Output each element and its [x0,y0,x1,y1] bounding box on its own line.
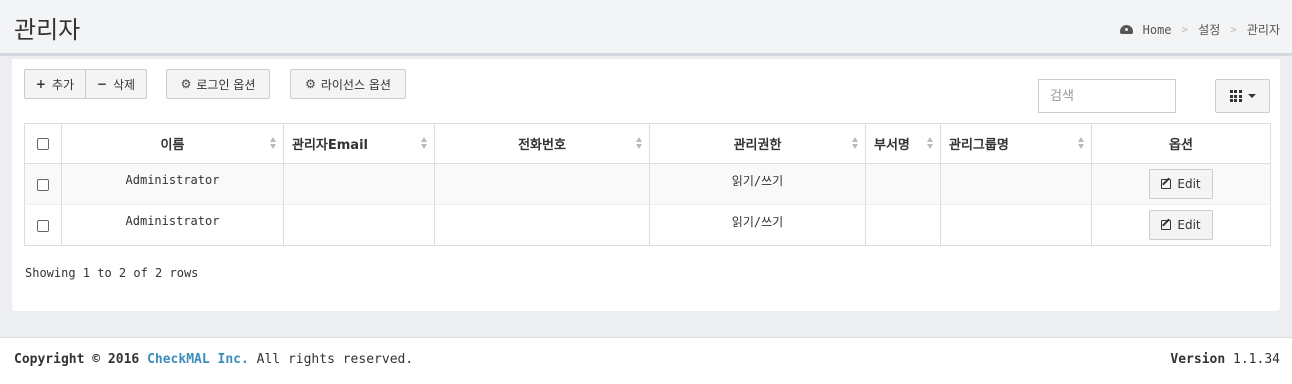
column-header-phone[interactable]: 전화번호 [434,123,650,164]
breadcrumb-separator: > [1181,23,1189,36]
gear-icon: ⚙ [180,77,192,91]
admin-table: 이름 관리자Email 전화번호 관리권한 부서명 관리그룹명 옵션 Admin… [24,123,1271,246]
footer: Copyright © 2016 CheckMAL Inc. All right… [0,337,1292,384]
cell-phone [434,204,650,246]
plus-icon: + [35,77,46,91]
breadcrumb-settings[interactable]: 설정 [1198,21,1220,38]
sort-icon [852,137,859,151]
dashboard-icon [1119,25,1133,34]
version: Version 1.1.34 [1170,352,1280,367]
select-all-cell [24,123,62,164]
column-header-group[interactable]: 관리그룹명 [940,123,1092,164]
rights-text: All rights reserved. [256,352,414,367]
cell-phone [434,163,650,205]
license-option-label: 라이선스 옵션 [320,77,391,92]
delete-button[interactable]: − 삭제 [85,69,147,99]
columns-toggle-button[interactable] [1215,79,1270,113]
minus-icon: − [96,77,107,91]
version-number: 1.1.34 [1233,352,1280,367]
login-option-button[interactable]: ⚙ 로그인 옵션 [166,69,270,99]
delete-button-label: 삭제 [112,77,136,92]
column-header-email[interactable]: 관리자Email [283,123,435,164]
row-select-cell [24,204,62,246]
company-link[interactable]: CheckMAL Inc. [147,352,249,367]
breadcrumb-home[interactable]: Home [1143,23,1172,37]
row-checkbox[interactable] [37,219,49,232]
cell-options: Edit [1091,204,1271,246]
copyright: Copyright © 2016 CheckMAL Inc. All right… [14,352,413,367]
cell-email [283,204,435,246]
page-header: 관리자 Home > 설정 > 관리자 [0,0,1292,56]
edit-button[interactable]: Edit [1149,169,1213,199]
edit-icon [1161,220,1172,230]
sort-icon [421,137,428,151]
cell-name: Administrator [61,163,284,205]
table-row: Administrator 읽기/쓰기 Edit [24,163,1271,205]
row-select-cell [24,163,62,205]
copyright-prefix: Copyright © 2016 [14,352,140,367]
edit-button[interactable]: Edit [1149,210,1213,240]
grid-icon [1229,90,1242,102]
cell-email [283,163,435,205]
column-header-name[interactable]: 이름 [61,123,284,164]
sort-icon [636,137,643,151]
add-button[interactable]: + 추가 [24,69,86,99]
license-option-button[interactable]: ⚙ 라이선스 옵션 [290,69,406,99]
column-header-permission[interactable]: 관리권한 [649,123,866,164]
row-checkbox[interactable] [37,178,49,191]
content-panel: + 추가 − 삭제 ⚙ 로그인 옵션 ⚙ 라이선스 옵션 이름 관리자Email… [12,59,1280,311]
cell-department [865,204,941,246]
edit-icon [1161,179,1172,189]
cell-group [940,163,1092,205]
column-header-options: 옵션 [1091,123,1271,164]
breadcrumb: Home > 설정 > 관리자 [1119,21,1280,38]
breadcrumb-current: 관리자 [1246,23,1280,37]
cell-group [940,204,1092,246]
search-input[interactable] [1038,79,1176,113]
cell-options: Edit [1091,163,1271,205]
select-all-checkbox[interactable] [37,137,49,150]
sort-icon [927,137,934,151]
login-option-label: 로그인 옵션 [196,77,256,92]
sort-icon [270,137,277,151]
sort-icon [1078,137,1085,151]
column-header-department[interactable]: 부서명 [865,123,941,164]
breadcrumb-separator: > [1230,23,1237,36]
cell-permission: 읽기/쓰기 [649,163,866,205]
cell-permission: 읽기/쓰기 [649,204,866,246]
gear-icon: ⚙ [305,77,316,91]
pagination-info: Showing 1 to 2 of 2 rows [25,266,199,280]
add-button-label: 추가 [51,77,75,92]
table-row: Administrator 읽기/쓰기 Edit [24,204,1271,246]
caret-down-icon [1247,94,1256,98]
cell-name: Administrator [61,204,284,246]
page-title: 관리자 [14,16,81,44]
cell-department [865,163,941,205]
table-header-row: 이름 관리자Email 전화번호 관리권한 부서명 관리그룹명 옵션 [24,123,1271,164]
version-label: Version [1170,352,1226,367]
